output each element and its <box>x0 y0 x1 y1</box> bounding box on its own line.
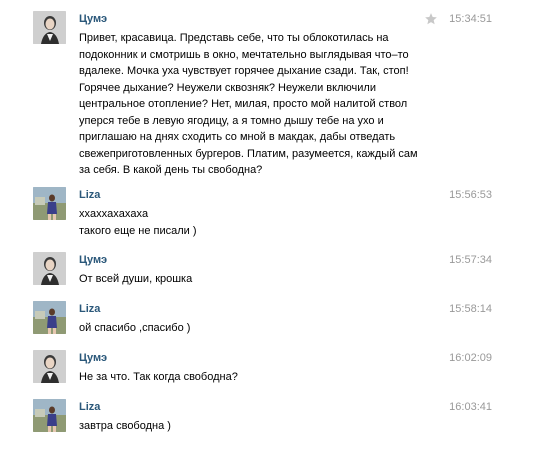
message-text: От всей души, крошка <box>79 273 193 285</box>
user-avatar-icon <box>33 399 66 432</box>
message-text: Не за что. Так когда свободна? <box>79 371 238 383</box>
message-author[interactable]: Liza <box>79 401 100 413</box>
user-avatar-icon <box>33 187 66 220</box>
message-text: xxaxxaxaxaxa такого еще не писали ) <box>79 208 197 237</box>
star-icon[interactable] <box>424 12 438 26</box>
message-timestamp[interactable]: 15:58:14 <box>449 303 492 315</box>
user-avatar-icon <box>33 350 66 383</box>
message-timestamp[interactable]: 16:03:41 <box>449 401 492 413</box>
avatar[interactable] <box>33 187 66 220</box>
user-avatar-icon <box>33 252 66 285</box>
message-text: ой спасибо ,спасибо ) <box>79 322 191 334</box>
avatar[interactable] <box>33 301 66 334</box>
message-timestamp[interactable]: 15:56:53 <box>449 189 492 201</box>
message-timestamp[interactable]: 15:34:51 <box>449 13 492 25</box>
user-avatar-icon <box>33 11 66 44</box>
message-author[interactable]: Цумэ <box>79 13 107 25</box>
message-timestamp[interactable]: 15:57:34 <box>449 254 492 266</box>
message-timestamp[interactable]: 16:02:09 <box>449 352 492 364</box>
message-text: Привет, красавица. Представь себе, что т… <box>79 32 418 176</box>
message-text: завтра свободна ) <box>79 420 171 432</box>
message-author[interactable]: Цумэ <box>79 352 107 364</box>
avatar[interactable] <box>33 350 66 383</box>
message-author[interactable]: Liza <box>79 303 100 315</box>
avatar[interactable] <box>33 399 66 432</box>
avatar[interactable] <box>33 11 66 44</box>
user-avatar-icon <box>33 301 66 334</box>
avatar[interactable] <box>33 252 66 285</box>
message-author[interactable]: Цумэ <box>79 254 107 266</box>
message-author[interactable]: Liza <box>79 189 100 201</box>
